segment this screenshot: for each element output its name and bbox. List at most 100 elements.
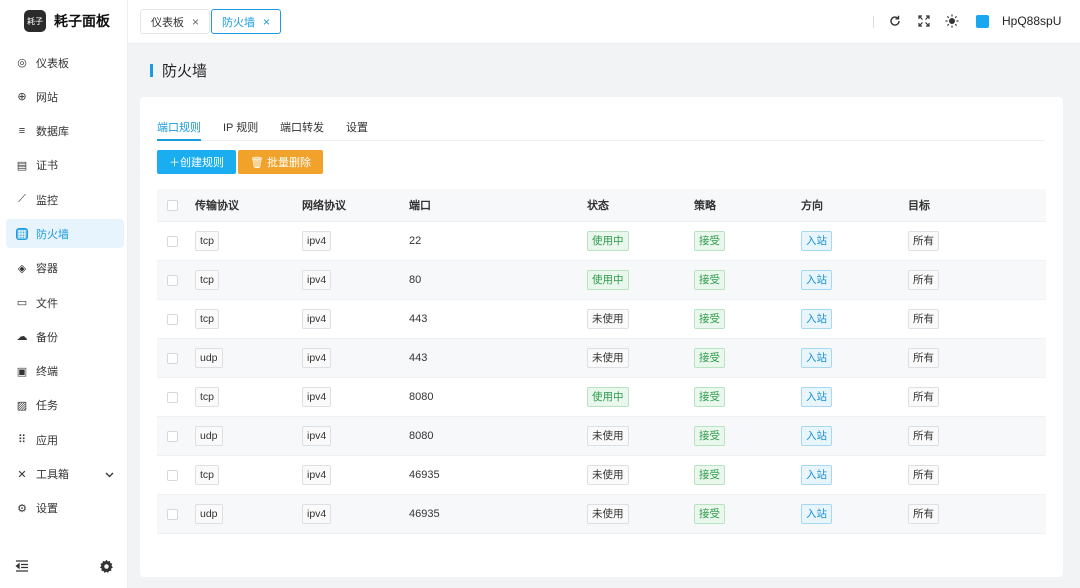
- sidebar-item[interactable]: ▨ 任务: [6, 391, 124, 420]
- brand-name: 耗子面板: [54, 13, 110, 29]
- row-checkbox[interactable]: [167, 430, 178, 442]
- sidebar-nav: ◎ 仪表板 ⊕ 网站 ≡ 数据库 ▤ 证书 ⟋ 监控 ▦ 防火墙 ◈ 容器 ▭ 文件 ☁ 备份 ▣ 终端 ▨ 任务 ⠿ 应用 ✕…: [6, 48, 124, 528]
- firewall-icon: ▦: [16, 227, 28, 241]
- table-cell: 接受: [694, 456, 725, 494]
- select-all-cell: [167, 189, 178, 221]
- column-header[interactable]: 目标: [908, 189, 930, 221]
- table-cell: 8080: [409, 417, 433, 455]
- tab-port-rules[interactable]: 端口规则: [157, 119, 201, 141]
- policy-value: 接受: [694, 270, 725, 290]
- row-checkbox[interactable]: [167, 391, 178, 403]
- close-icon[interactable]: ×: [263, 15, 270, 29]
- column-header[interactable]: 端口: [409, 189, 431, 221]
- table-cell: ipv4: [302, 495, 332, 533]
- sidebar-item[interactable]: ▭ 文件: [6, 288, 124, 317]
- chevron-down-icon[interactable]: [105, 469, 114, 481]
- tab-dashboard[interactable]: 仪表板 ×: [140, 9, 211, 34]
- target-value: 所有: [908, 348, 939, 368]
- table-cell: 入站: [801, 261, 832, 299]
- port-value: 443: [409, 313, 428, 325]
- close-icon[interactable]: ×: [192, 15, 199, 29]
- tab-settings[interactable]: 设置: [346, 119, 368, 141]
- port-value: 80: [409, 274, 422, 286]
- container-icon: ◈: [17, 262, 27, 275]
- direction-value: 入站: [801, 309, 832, 329]
- table-cell: tcp: [195, 456, 220, 494]
- fullscreen-icon[interactable]: [917, 14, 931, 28]
- sidebar-item[interactable]: ▣ 终端: [6, 357, 124, 386]
- transport-value: udp: [195, 504, 223, 524]
- table-cell: udp: [195, 339, 223, 377]
- row-checkbox[interactable]: [167, 274, 178, 286]
- row-checkbox[interactable]: [167, 352, 178, 364]
- table-cell: ipv4: [302, 456, 332, 494]
- sidebar-item[interactable]: ▤ 证书: [6, 151, 124, 180]
- port-value: 22: [409, 235, 422, 247]
- row-checkbox[interactable]: [167, 469, 178, 481]
- tab-port-forwarding[interactable]: 端口转发: [280, 119, 324, 141]
- status-value: 未使用: [587, 426, 629, 446]
- column-header[interactable]: 策略: [694, 189, 716, 221]
- sidebar-item[interactable]: ⊕ 网站: [6, 82, 124, 111]
- network-value: ipv4: [302, 387, 332, 407]
- sidebar: 耗子 耗子面板 ◎ 仪表板 ⊕ 网站 ≡ 数据库 ▤ 证书 ⟋ 监控 ▦ 防火墙 ◈ 容器 ▭ 文件 ☁ 备份 ▣ 终…: [0, 0, 128, 588]
- theme-color-swatch[interactable]: [976, 15, 989, 28]
- batch-delete-button[interactable]: 🗑 批量删除: [238, 150, 324, 174]
- sidebar-item[interactable]: ▦ 防火墙: [6, 219, 124, 249]
- table-row: tcp ipv4 46935 未使用 接受 入站 所有: [157, 456, 1046, 495]
- sidebar-item[interactable]: ☁ 备份: [6, 322, 124, 351]
- sidebar-item[interactable]: ◎ 仪表板: [6, 48, 124, 77]
- sidebar-item-label: 应用: [36, 434, 58, 447]
- brand-logo: 耗子: [24, 10, 46, 32]
- settings-icon: ⚙: [17, 502, 27, 515]
- table-cell: 所有: [908, 300, 939, 338]
- sidebar-item[interactable]: ≡ 数据库: [6, 117, 124, 146]
- refresh-icon[interactable]: [888, 14, 902, 28]
- sidebar-item-label: 备份: [36, 331, 58, 344]
- tab-firewall[interactable]: 防火墙 ×: [211, 9, 282, 34]
- network-value: ipv4: [302, 270, 332, 290]
- row-checkbox[interactable]: [167, 508, 178, 520]
- brand[interactable]: 耗子 耗子面板: [24, 10, 110, 32]
- gear-icon[interactable]: [99, 559, 114, 577]
- row-select-cell: [167, 456, 178, 494]
- column-header[interactable]: 方向: [801, 189, 823, 221]
- table-cell: 接受: [694, 222, 725, 260]
- sidebar-item[interactable]: ⚙ 设置: [6, 494, 124, 523]
- transport-value: udp: [195, 426, 223, 446]
- column-header[interactable]: 状态: [587, 189, 609, 221]
- globe-icon: ⊕: [17, 91, 27, 104]
- direction-value: 入站: [801, 504, 832, 524]
- chart-icon: ⟋: [18, 193, 26, 206]
- column-header[interactable]: 网络协议: [302, 189, 346, 221]
- row-checkbox[interactable]: [167, 313, 178, 325]
- sidebar-item[interactable]: ⟋ 监控: [6, 185, 124, 214]
- table-cell: 接受: [694, 378, 725, 416]
- select-all-checkbox[interactable]: [167, 199, 178, 211]
- direction-value: 入站: [801, 426, 832, 446]
- row-select-cell: [167, 417, 178, 455]
- table-cell: 接受: [694, 339, 725, 377]
- table-row: tcp ipv4 8080 使用中 接受 入站 所有: [157, 378, 1046, 417]
- column-header[interactable]: 传输协议: [195, 189, 239, 221]
- table-cell: 使用中: [587, 378, 629, 416]
- collapse-sidebar-icon[interactable]: [15, 560, 29, 575]
- table-cell: 入站: [801, 222, 832, 260]
- page-title: 防火墙: [150, 60, 207, 81]
- database-icon: ≡: [18, 125, 26, 138]
- username[interactable]: HpQ88spU: [1002, 14, 1061, 28]
- table-cell: 80: [409, 261, 421, 299]
- theme-sun-icon[interactable]: [945, 14, 959, 28]
- table-cell: 8080: [409, 378, 433, 416]
- create-rule-button[interactable]: ＋创建规则: [157, 150, 236, 174]
- sidebar-item[interactable]: ⠿ 应用: [6, 425, 124, 454]
- sidebar-item[interactable]: ◈ 容器: [6, 254, 124, 283]
- table-row: udp ipv4 46935 未使用 接受 入站 所有: [157, 495, 1046, 534]
- dashboard-icon: ◎: [17, 57, 27, 69]
- row-checkbox[interactable]: [167, 235, 178, 247]
- table-cell: udp: [195, 495, 223, 533]
- sidebar-item-label: 仪表板: [36, 57, 69, 70]
- tab-ip-rules[interactable]: IP 规则: [223, 119, 258, 141]
- tab-label: 仪表板: [151, 16, 184, 29]
- sidebar-item[interactable]: ✕ 工具箱: [6, 460, 124, 489]
